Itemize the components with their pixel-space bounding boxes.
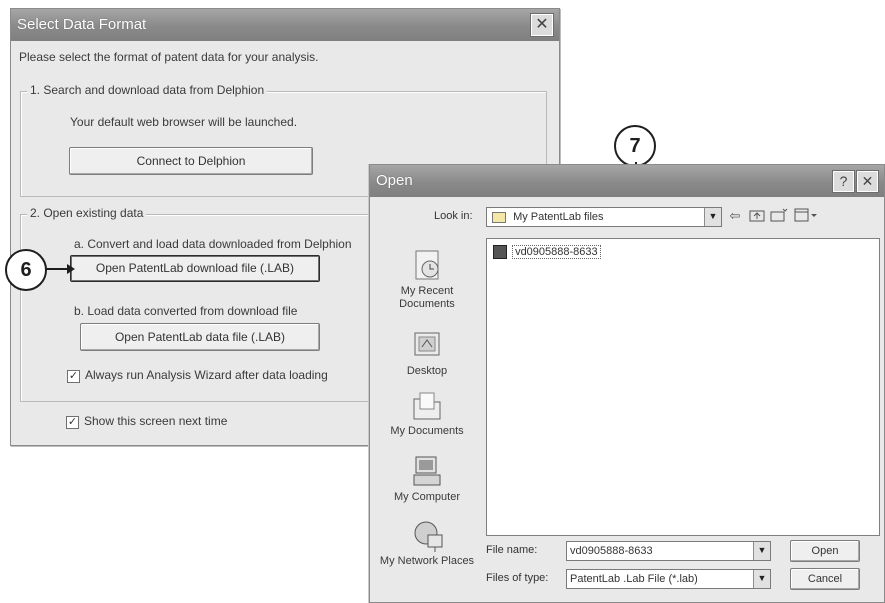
always-run-label: Always run Analysis Wizard after data lo…: [85, 368, 328, 382]
show-next-time-checkbox[interactable]: ✓: [66, 416, 79, 429]
place-label: Desktop: [406, 365, 448, 377]
lab-file-icon: [493, 245, 507, 259]
up-folder-icon[interactable]: [748, 208, 766, 224]
close-icon: ✕: [535, 16, 549, 33]
intro-text: Please select the format of patent data …: [19, 50, 319, 64]
callout-6-arrow: [45, 264, 75, 274]
list-item[interactable]: vd0905888-8633: [493, 244, 601, 261]
files-of-type-dropdown[interactable]: PatentLab .Lab File (*.lab) ▼: [566, 569, 771, 589]
connect-to-delphion-button[interactable]: Connect to Delphion: [69, 147, 313, 175]
recent-documents-icon: [406, 247, 448, 285]
place-label: My Recent Documents: [399, 285, 455, 310]
my-documents-icon: [406, 387, 448, 425]
my-computer-icon: [406, 453, 448, 491]
file-name: vd0905888-8633: [512, 244, 601, 259]
open-dialog-title-bar[interactable]: Open: [370, 165, 884, 197]
files-of-type-value: PatentLab .Lab File (*.lab): [570, 573, 698, 585]
open-button[interactable]: Open: [790, 540, 860, 562]
file-name-value: vd0905888-8633: [570, 545, 653, 557]
open-data-file-button[interactable]: Open PatentLab data file (.LAB): [80, 323, 320, 351]
close-icon: ✕: [861, 173, 874, 189]
place-my-computer[interactable]: My Computer: [378, 453, 476, 504]
place-label: My Documents: [390, 425, 464, 437]
close-button[interactable]: ✕: [531, 14, 553, 36]
new-folder-icon[interactable]: [770, 208, 788, 224]
place-my-recent-documents[interactable]: My Recent Documents: [378, 247, 476, 311]
file-name-input[interactable]: vd0905888-8633 ▼: [566, 541, 771, 561]
always-run-checkbox[interactable]: ✓: [67, 370, 80, 383]
views-icon[interactable]: [794, 208, 818, 224]
show-next-time-label: Show this screen next time: [84, 414, 228, 428]
place-my-documents[interactable]: My Documents: [378, 387, 476, 438]
look-in-dropdown[interactable]: My PatentLab files ▼: [486, 207, 722, 227]
place-label: My Network Places: [379, 555, 475, 567]
look-in-value: My PatentLab files: [513, 211, 604, 223]
desktop-icon: [406, 327, 448, 365]
open-file-dialog: Open ? ✕ Look in: My PatentLab files ▼ ⇦…: [369, 164, 885, 603]
file-name-label: File name:: [486, 544, 538, 556]
place-my-network-places[interactable]: My Network Places: [378, 517, 476, 568]
look-in-label: Look in:: [434, 210, 473, 222]
place-label: My Computer: [393, 491, 461, 503]
files-of-type-label: Files of type:: [486, 572, 549, 584]
callout-7: 7: [614, 125, 656, 167]
open-dialog-close-button[interactable]: ✕: [857, 171, 878, 192]
chevron-down-icon[interactable]: ▼: [753, 570, 770, 588]
place-desktop[interactable]: Desktop: [378, 327, 476, 378]
group-2-label: 2. Open existing data: [27, 206, 147, 220]
help-button[interactable]: ?: [833, 171, 854, 192]
help-icon: ?: [839, 173, 848, 189]
places-bar: My Recent Documents Desktop My Documents…: [378, 235, 476, 600]
dialog-title-bar[interactable]: Select Data Format: [11, 9, 559, 41]
back-icon[interactable]: ⇦: [726, 208, 744, 224]
group-1-label: 1. Search and download data from Delphio…: [27, 83, 268, 97]
option-b-label: b. Load data converted from download fil…: [74, 304, 298, 318]
option-a-label: a. Convert and load data downloaded from…: [74, 237, 352, 251]
open-dialog-title: Open: [376, 172, 413, 189]
open-download-file-button[interactable]: Open PatentLab download file (.LAB): [70, 255, 320, 282]
chevron-down-icon[interactable]: ▼: [704, 208, 721, 226]
chevron-down-icon[interactable]: ▼: [753, 542, 770, 560]
dialog-title: Select Data Format: [17, 16, 147, 33]
folder-icon: [492, 211, 506, 223]
cancel-button[interactable]: Cancel: [790, 568, 860, 590]
network-places-icon: [406, 517, 448, 555]
callout-6: 6: [5, 249, 47, 291]
browser-note: Your default web browser will be launche…: [70, 115, 298, 129]
file-list[interactable]: vd0905888-8633: [486, 238, 880, 536]
